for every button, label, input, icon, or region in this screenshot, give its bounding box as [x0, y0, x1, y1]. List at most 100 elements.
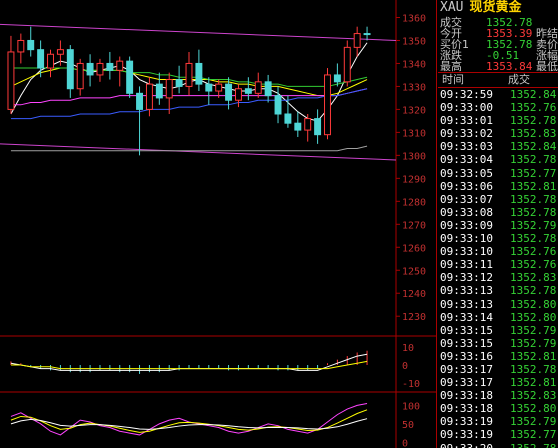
candlesticks [7, 26, 371, 156]
candle-body [126, 60, 134, 94]
tick-price: 1352.78 [510, 153, 557, 167]
price-tick-label: 1230 [402, 312, 426, 323]
candle-body [76, 62, 84, 90]
tick-time: 09:33:14 [440, 310, 493, 324]
tick-row: 09:33:17 1352.81 [438, 376, 558, 389]
tick-row: 09:33:19 1352.77 [438, 428, 558, 441]
osc-tick-label: 0 [402, 438, 408, 448]
candle-body [17, 39, 25, 53]
tick-row: 09:33:00 1352.76 [438, 101, 558, 114]
candle-body [205, 83, 213, 92]
candle-body [86, 62, 94, 76]
panel-separator [436, 0, 437, 448]
price-tick-label: 1250 [402, 266, 426, 277]
price-tick-label: 1330 [402, 82, 426, 93]
candle-body [363, 33, 371, 36]
channel-line [0, 23, 397, 41]
candle-body [96, 62, 104, 76]
tick-row: 09:33:07 1352.78 [438, 193, 558, 206]
candle-body [274, 95, 282, 115]
tick-row: 09:33:05 1352.77 [438, 167, 558, 180]
tick-row: 09:33:09 1352.79 [438, 219, 558, 232]
tick-row: 09:33:04 1352.78 [438, 153, 558, 166]
tick-header-time: 时间 [442, 73, 464, 86]
tick-row: 09:33:15 1352.79 [438, 337, 558, 350]
candle-body [155, 83, 163, 99]
tick-price: 1352.80 [510, 297, 557, 311]
tick-time: 09:33:13 [440, 297, 493, 311]
tick-price: 1352.81 [510, 349, 557, 363]
price-tick-label: 1350 [402, 36, 426, 47]
candle-body [215, 83, 223, 92]
oscillator-axis: 100 50 0 [402, 401, 420, 448]
price-tick-label: 1290 [402, 174, 426, 185]
tick-row: 09:33:11 1352.76 [438, 258, 558, 271]
symbol-row[interactable]: XAU 现货黄金 [440, 1, 522, 14]
candle-body [175, 79, 183, 87]
tick-price: 1352.81 [510, 179, 557, 193]
tick-time: 09:33:18 [440, 402, 493, 416]
tick-time: 09:33:05 [440, 166, 493, 180]
tick-time: 09:33:11 [440, 258, 493, 272]
tick-list[interactable]: 09:32:59 1352.84 09:33:00 1352.76 09:33:01 13… [438, 88, 558, 448]
candle-body [234, 88, 242, 101]
candle-body [165, 79, 173, 99]
tick-table-header: 时间 成交 [438, 72, 558, 88]
candle-body [27, 39, 35, 51]
tick-time: 09:33:17 [440, 362, 493, 376]
macd-panel: 10 0 -10 [10, 343, 420, 390]
tick-time: 09:33:13 [440, 284, 493, 298]
tick-time: 09:33:10 [440, 245, 493, 259]
kline-chart[interactable]: 1360 1350 1340 1330 1320 1310 1300 1290 1280 1270… [0, 0, 436, 448]
tick-time: 09:33:19 [440, 415, 493, 429]
tick-price: 1352.76 [510, 245, 557, 259]
tick-row: 09:33:20 1352.78 [438, 442, 558, 448]
tick-row: 09:33:17 1352.78 [438, 363, 558, 376]
candle-body [66, 49, 74, 90]
price-tick-label: 1270 [402, 220, 426, 231]
candle-body [343, 46, 351, 83]
candle-body [7, 51, 15, 110]
tick-row: 09:33:16 1352.81 [438, 350, 558, 363]
tick-time: 09:33:15 [440, 323, 493, 337]
candle-body [284, 113, 292, 124]
candle-body [47, 53, 54, 69]
tick-row: 09:33:06 1352.81 [438, 180, 558, 193]
oscillator-lines [10, 403, 368, 436]
quote-header: XAU 现货黄金 成交 1352.78 今开 1353.39 昨结 买价1 135… [438, 0, 558, 73]
tick-time: 09:33:01 [440, 114, 493, 128]
macd-tick-label: 10 [402, 343, 414, 354]
tick-row: 09:33:14 1352.80 [438, 311, 558, 324]
price-tick-label: 1260 [402, 243, 426, 254]
tick-time: 09:33:17 [440, 376, 493, 390]
tick-price: 1352.84 [510, 88, 557, 101]
price-tick-label: 1360 [402, 13, 426, 24]
candle-body [37, 49, 45, 69]
tick-price: 1352.76 [510, 258, 557, 272]
tick-price: 1352.78 [510, 362, 557, 376]
tick-time: 09:33:06 [440, 179, 493, 193]
macd-axis: 10 0 -10 [402, 343, 420, 390]
candle-body [314, 118, 322, 136]
price-tick-label: 1240 [402, 289, 426, 300]
tick-time: 09:33:04 [440, 153, 493, 167]
price-tick-label: 1300 [402, 151, 426, 162]
tick-row: 09:33:18 1352.80 [438, 402, 558, 415]
tick-time: 09:33:00 [440, 101, 493, 115]
candle-body [145, 83, 153, 110]
tick-header-price: 成交 [508, 73, 530, 86]
tick-price: 1352.81 [510, 376, 557, 390]
tick-price: 1352.83 [510, 389, 557, 403]
quote-panel: XAU 现货黄金 成交 1352.78 今开 1353.39 昨结 买价1 135… [438, 0, 558, 448]
candle-body [195, 62, 203, 85]
tick-time: 09:32:59 [440, 88, 493, 101]
tick-time: 09:33:20 [440, 442, 493, 448]
tick-time: 09:33:15 [440, 336, 493, 350]
channel-lines [0, 23, 397, 161]
tick-price: 1352.76 [510, 101, 557, 115]
tick-price: 1352.78 [510, 114, 557, 128]
tick-price: 1352.79 [510, 218, 557, 232]
osc-tick-label: 100 [402, 401, 420, 412]
candle-body [185, 62, 193, 87]
tick-price: 1352.78 [510, 192, 557, 206]
